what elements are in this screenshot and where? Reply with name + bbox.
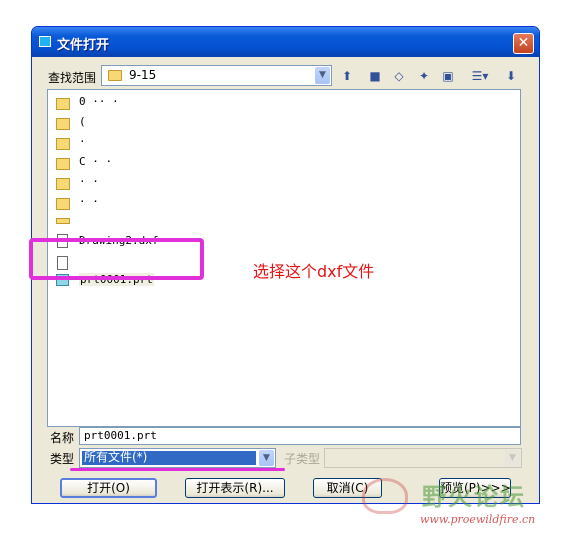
file-name[interactable]: ( bbox=[79, 115, 86, 128]
open-button[interactable]: 打开(O) bbox=[60, 478, 157, 498]
folder-icon bbox=[56, 118, 70, 130]
lookin-value: 9-15 bbox=[129, 68, 157, 82]
folder-icon bbox=[56, 158, 70, 170]
file-name[interactable]: · · bbox=[79, 195, 99, 208]
subtype-label: 子类型 bbox=[284, 452, 321, 466]
name-label: 名称 bbox=[50, 431, 75, 445]
watermark-url: www.proewildfire.cn bbox=[420, 513, 536, 526]
chevron-down-icon[interactable]: ▼ bbox=[315, 67, 330, 84]
folder-icon bbox=[108, 70, 122, 81]
lookin-label: 查找范围 bbox=[48, 71, 97, 85]
window-title: 文件打开 bbox=[57, 38, 110, 53]
desktop-icon[interactable]: ■ bbox=[366, 68, 384, 84]
underline-mark bbox=[70, 468, 285, 471]
file-name[interactable]: C · · bbox=[79, 155, 112, 168]
lookin-combo[interactable]: 9-15 ▼ bbox=[101, 65, 332, 86]
open-folder-icon[interactable]: ◇ bbox=[390, 68, 408, 84]
watermark-logo: 野火论坛 bbox=[422, 483, 526, 511]
file-name[interactable]: 0 ·· · bbox=[79, 95, 119, 108]
new-folder-icon[interactable]: ✦ bbox=[415, 68, 433, 84]
chevron-down-icon[interactable]: ▼ bbox=[259, 450, 274, 466]
sort-icon[interactable]: ⬇ bbox=[502, 68, 520, 84]
title-bar[interactable]: 文件打开 ✕ bbox=[32, 27, 539, 57]
name-input[interactable]: prt0001.prt bbox=[79, 427, 521, 445]
folder-icon bbox=[56, 98, 70, 110]
close-button[interactable]: ✕ bbox=[513, 33, 534, 54]
annotation-text: 选择这个dxf文件 bbox=[253, 262, 375, 281]
type-combo[interactable]: 所有文件(*) ▼ bbox=[79, 448, 276, 468]
chevron-down-icon: ▼ bbox=[505, 450, 520, 466]
folder-icon bbox=[56, 218, 70, 224]
highlight-box bbox=[29, 238, 204, 280]
open-representation-button[interactable]: 打开表示(R)... bbox=[185, 478, 285, 498]
folder-icon bbox=[56, 178, 70, 190]
subtype-combo: ▼ bbox=[324, 448, 522, 468]
folder-icon bbox=[56, 138, 70, 150]
watermark-flame bbox=[362, 478, 408, 514]
folder-icon bbox=[56, 198, 70, 210]
type-label: 类型 bbox=[50, 452, 75, 466]
file-name[interactable]: · bbox=[79, 135, 86, 148]
up-folder-icon[interactable]: ⬆ bbox=[338, 68, 356, 84]
type-value: 所有文件(*) bbox=[82, 451, 256, 465]
window-icon bbox=[39, 36, 51, 47]
file-name[interactable]: · · bbox=[79, 175, 99, 188]
view-list-icon[interactable]: ☰▾ bbox=[468, 68, 492, 84]
working-directory-icon[interactable]: ▣ bbox=[439, 68, 457, 84]
